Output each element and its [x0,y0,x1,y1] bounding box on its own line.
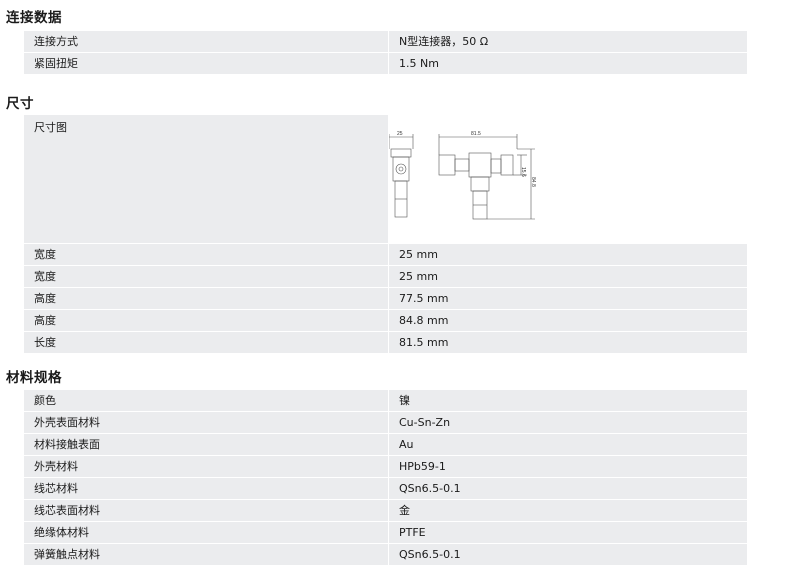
table-row: 线芯表面材料 金 [24,500,747,522]
row-value: 81.5 mm [388,332,747,353]
dim-label-length: 81.5 [471,131,481,137]
materials-table: 颜色 镍 外壳表面材料 Cu-Sn-Zn 材料接触表面 Au 外壳材料 HPb5… [24,390,747,566]
drawing-label: 尺寸图 [34,121,67,134]
row-value: 25 mm [388,244,747,265]
table-row: 连接方式 N型连接器，50 Ω [24,31,747,53]
row-value: PTFE [388,522,747,543]
table-row: 线芯材料 QSn6.5-0.1 [24,478,747,500]
row-key: 高度 [34,314,56,327]
row-value: QSn6.5-0.1 [388,478,747,499]
dimension-drawing: 25 81.5 15.6 84.8 [388,115,747,243]
row-key: 颜色 [34,394,56,407]
row-key: 绝缘体材料 [34,526,89,539]
row-value: 77.5 mm [388,288,747,309]
row-value: Au [388,434,747,455]
row-value: Cu-Sn-Zn [388,412,747,433]
table-row: 材料接触表面 Au [24,434,747,456]
table-row: 宽度 25 mm [24,244,747,266]
row-key: 长度 [34,336,56,349]
row-key: 宽度 [34,248,56,261]
table-row: 外壳表面材料 Cu-Sn-Zn [24,412,747,434]
row-value: N型连接器，50 Ω [388,31,747,52]
row-value: 1.5 Nm [388,53,747,74]
row-value: QSn6.5-0.1 [388,544,747,565]
table-row: 紧固扭矩 1.5 Nm [24,53,747,75]
row-key: 线芯材料 [34,482,78,495]
dim-label-width: 25 [397,131,403,137]
drawing-row: 尺寸图 25 81.5 15.6 84.8 [24,115,747,244]
row-key: 紧固扭矩 [34,57,78,70]
table-row: 绝缘体材料 PTFE [24,522,747,544]
row-key: 线芯表面材料 [34,504,100,517]
section-title-connection: 连接数据 [6,10,62,26]
dimensions-table: 尺寸图 25 81.5 15.6 84.8 宽度 25 mm 宽度 25 mm … [24,115,747,354]
dim-label-height: 84.8 [530,177,536,187]
section-title-materials: 材料规格 [6,370,62,386]
row-key: 材料接触表面 [34,438,100,451]
row-value: 金 [388,500,747,521]
dimension-drawing-svg: 25 81.5 15.6 84.8 [389,131,536,220]
table-row: 外壳材料 HPb59-1 [24,456,747,478]
section-title-dimensions: 尺寸 [6,96,34,112]
table-row: 颜色 镍 [24,390,747,412]
row-key: 外壳材料 [34,460,78,473]
row-key: 高度 [34,292,56,305]
row-key: 弹簧触点材料 [34,548,100,561]
table-row: 宽度 25 mm [24,266,747,288]
table-row: 高度 77.5 mm [24,288,747,310]
table-row: 长度 81.5 mm [24,332,747,354]
row-key: 宽度 [34,270,56,283]
dim-label-inner: 15.6 [520,167,526,177]
table-row: 高度 84.8 mm [24,310,747,332]
row-value: HPb59-1 [388,456,747,477]
table-row: 弹簧触点材料 QSn6.5-0.1 [24,544,747,566]
row-value: 镍 [388,390,747,411]
row-key: 外壳表面材料 [34,416,100,429]
connection-table: 连接方式 N型连接器，50 Ω 紧固扭矩 1.5 Nm [24,31,747,75]
row-key: 连接方式 [34,35,78,48]
row-value: 84.8 mm [388,310,747,331]
row-value: 25 mm [388,266,747,287]
